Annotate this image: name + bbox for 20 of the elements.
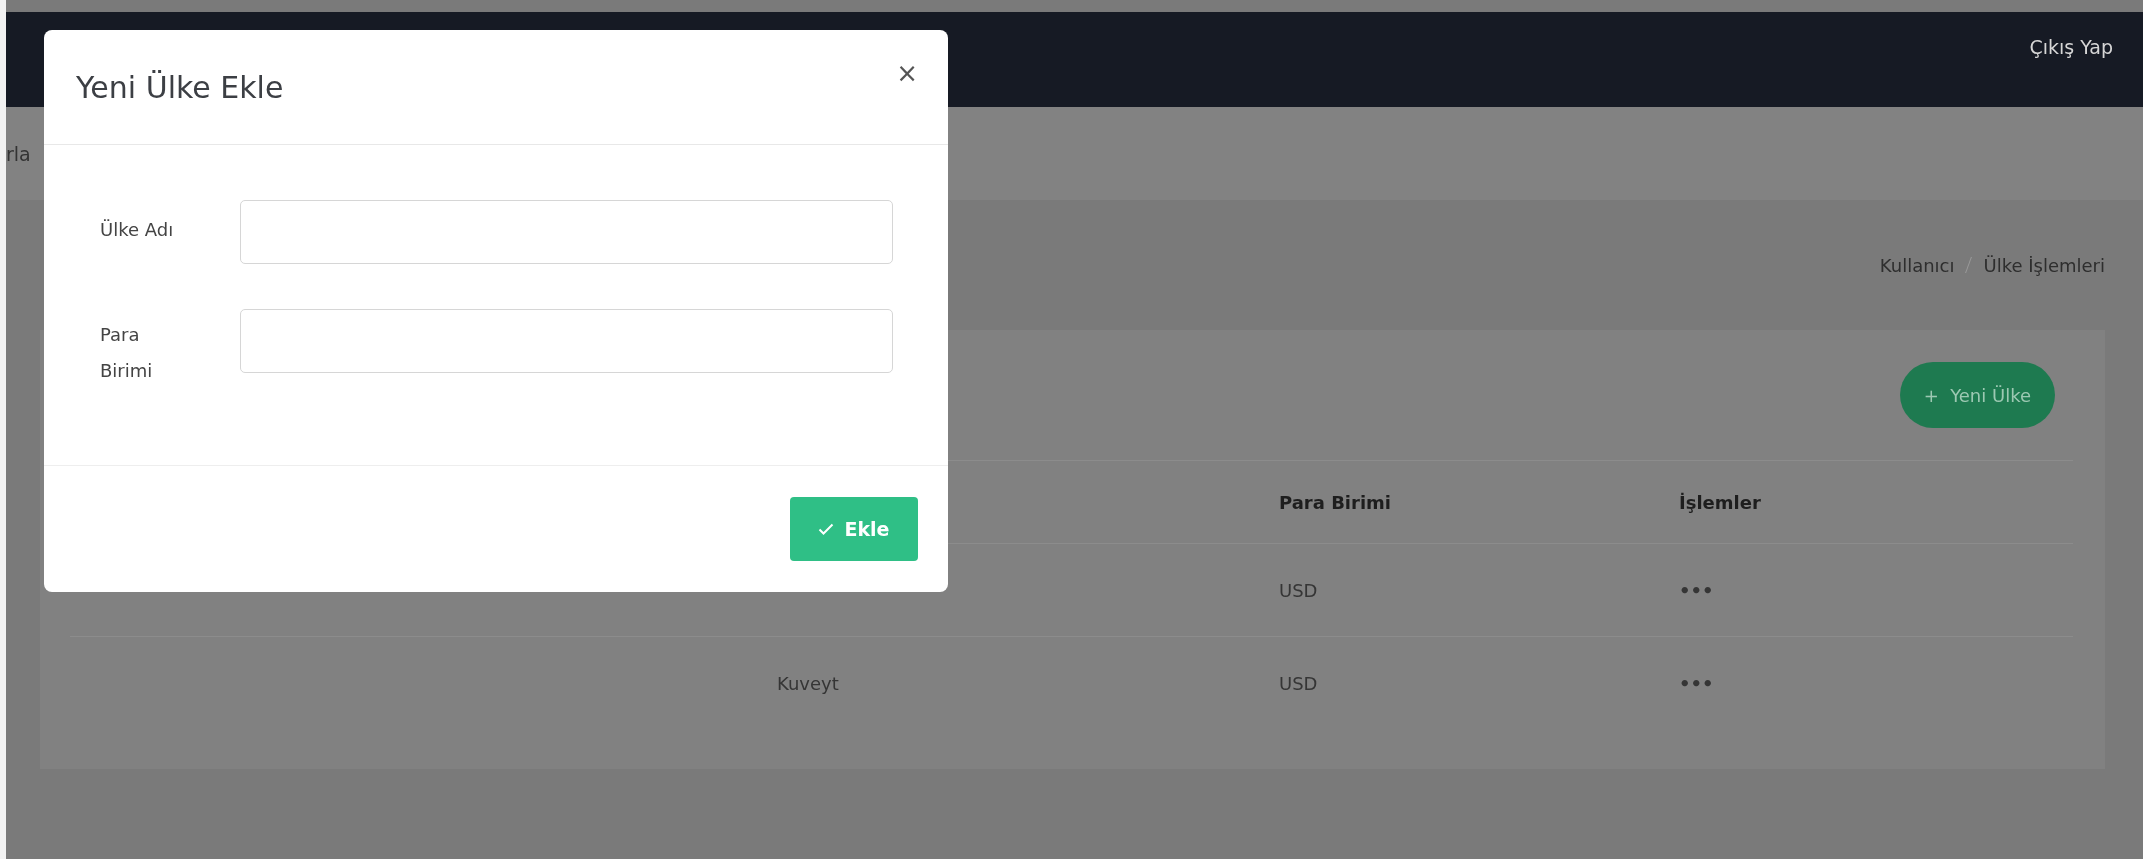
logout-link[interactable]: Çıkış Yap (2029, 36, 2113, 107)
modal-title: Yeni Ülke Ekle (76, 69, 284, 105)
close-button[interactable]: × (896, 58, 918, 88)
breadcrumb-link[interactable]: Ülke İşlemleri (1983, 254, 2105, 276)
actions-menu[interactable]: ••• (1679, 672, 1714, 694)
column-header: İşlemler (1679, 491, 1761, 513)
table-cell: Kuveyt (777, 672, 839, 694)
breadcrumb-link[interactable]: Kullanıcı (1879, 254, 1955, 276)
field-label: Para Birimi (100, 323, 154, 383)
table-cell: USD (1279, 579, 1318, 601)
nav-item[interactable]: rla (6, 142, 31, 165)
field-label: Ülke Adı (100, 218, 175, 242)
add-button[interactable]: Ekle (790, 497, 918, 561)
check-icon (818, 523, 835, 535)
input-field[interactable] (240, 309, 893, 373)
column-header: Para Birimi (1279, 491, 1391, 513)
table-cell: USD (1279, 672, 1318, 694)
new-country-button[interactable]: + Yeni Ülke (1899, 362, 2055, 428)
input-field[interactable] (240, 200, 893, 264)
actions-menu[interactable]: ••• (1679, 579, 1714, 601)
